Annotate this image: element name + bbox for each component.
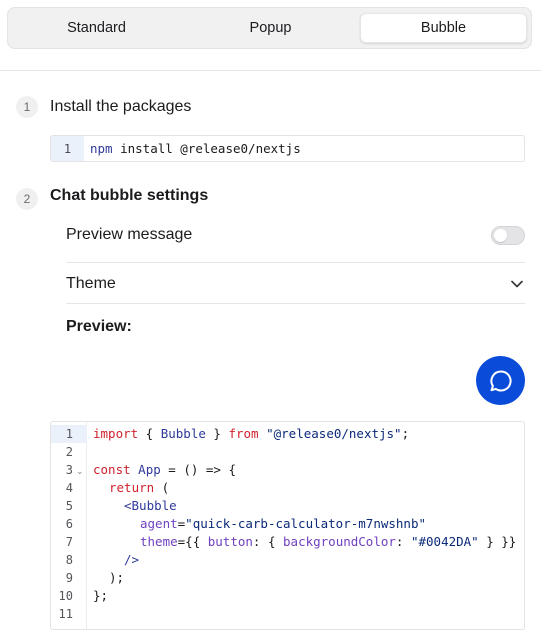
code-line: /> — [124, 552, 140, 567]
tab-popup[interactable]: Popup — [187, 13, 354, 43]
chat-bubble-icon — [489, 369, 512, 391]
line-number: 9 — [65, 571, 73, 585]
header-divider — [0, 70, 541, 71]
step-title-install: Install the packages — [50, 98, 192, 115]
code-editor[interactable]: 1 2 3 ⌄ 4 5 6 7 8 9 10 11 import { Bubbl… — [50, 421, 525, 630]
code-line: return ( — [109, 480, 170, 495]
code-line: theme={{ button: { backgroundColor: "#00… — [140, 534, 517, 549]
embed-type-tabs: Standard Popup Bubble — [7, 7, 532, 49]
theme-label: Theme — [66, 275, 116, 292]
editor-gutter: 1 2 3 ⌄ 4 5 6 7 8 9 10 11 — [51, 422, 87, 629]
preview-message-label: Preview message — [66, 226, 193, 243]
chevron-down-icon — [509, 276, 525, 292]
chat-bubble-button[interactable] — [476, 356, 525, 405]
settings-divider — [66, 262, 525, 263]
line-number: 11 — [58, 607, 73, 621]
install-command-block[interactable]: 1 npm install @release0/nextjs — [50, 135, 525, 162]
line-number: 10 — [58, 589, 73, 603]
theme-row[interactable]: Theme — [66, 273, 525, 295]
step-number-2: 2 — [16, 188, 38, 210]
code-line: ); — [109, 570, 125, 585]
code-line: <Bubble — [124, 498, 177, 513]
line-number: 2 — [65, 445, 73, 459]
preview-message-toggle[interactable] — [491, 225, 525, 245]
fold-chevron-icon[interactable]: ⌄ — [76, 462, 84, 480]
line-number: 4 — [65, 481, 73, 495]
line-number: 1 — [51, 136, 84, 161]
tab-bubble[interactable]: Bubble — [360, 13, 527, 43]
line-number: 8 — [65, 553, 73, 567]
code-line: }; — [93, 588, 109, 603]
preview-message-row: Preview message — [66, 224, 525, 246]
line-number: 5 — [65, 499, 73, 513]
settings-divider — [66, 303, 525, 304]
line-number: 6 — [65, 517, 73, 531]
line-number: 7 — [65, 535, 73, 549]
install-command: npm install @release0/nextjs — [90, 141, 301, 156]
step-title-settings: Chat bubble settings — [50, 187, 209, 204]
code-line: const App = () => { — [93, 462, 237, 477]
preview-label: Preview: — [66, 318, 132, 335]
code-line: import { Bubble } from "@release0/nextjs… — [93, 426, 410, 441]
toggle-knob — [494, 228, 507, 242]
code-line: agent="quick-carb-calculator-m7nwshnb" — [140, 516, 426, 531]
step-number-1: 1 — [16, 96, 38, 118]
line-number: 1 — [51, 425, 87, 443]
tab-standard[interactable]: Standard — [13, 13, 180, 43]
